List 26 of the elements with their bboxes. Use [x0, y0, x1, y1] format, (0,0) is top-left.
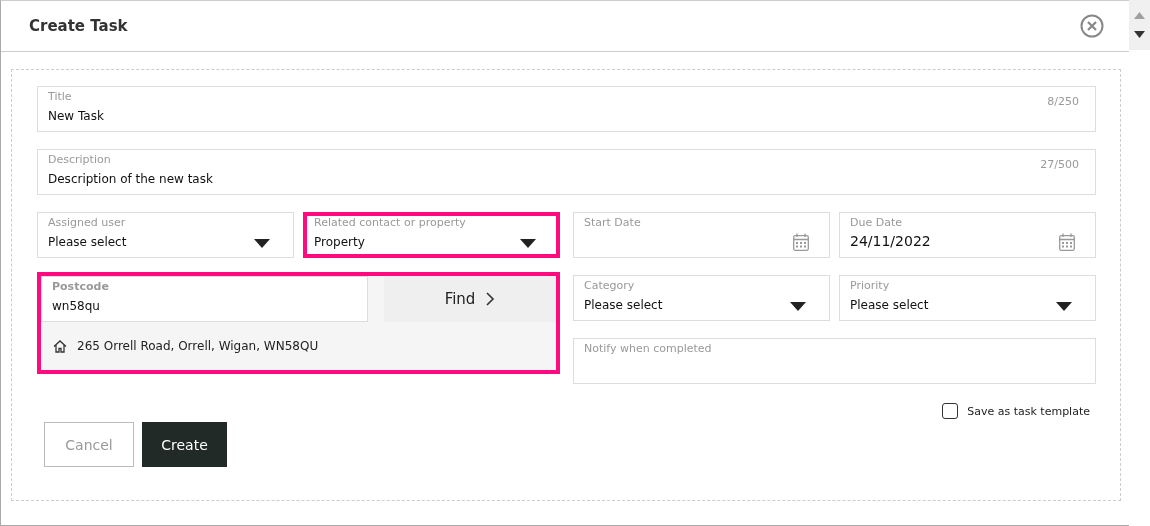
chevron-right-icon [485, 292, 496, 306]
date-field[interactable]: Due Date 24/11/2022 [839, 212, 1096, 258]
select-field[interactable]: Priority Please select [839, 275, 1096, 321]
calendar-icon[interactable] [1059, 233, 1075, 251]
dialog-title: Create Task [29, 17, 128, 35]
caret-icon [790, 302, 806, 311]
select-field[interactable]: Category Please select [573, 275, 830, 321]
scroll-up-icon[interactable] [1134, 12, 1145, 19]
house-icon [53, 339, 67, 353]
address-result[interactable]: 265 Orrell Road, Orrell, Wigan, WN58QU [41, 322, 556, 370]
scrollbar[interactable] [1129, 0, 1150, 50]
select-field[interactable]: Assigned user Please select [37, 212, 294, 258]
postcode-field[interactable]: Postcode wn58qu [41, 276, 368, 322]
text-field[interactable]: Title New Task 8/250 [37, 86, 1096, 132]
select-field[interactable]: Related contact or property Property [303, 212, 560, 258]
checkbox[interactable] [942, 403, 959, 419]
create-button[interactable]: Create [142, 422, 227, 467]
caret-icon [520, 239, 536, 248]
caret-icon [1056, 302, 1072, 311]
close-icon[interactable] [1080, 14, 1104, 38]
find-button[interactable]: Find [384, 276, 556, 322]
calendar-icon[interactable] [793, 233, 809, 251]
scroll-down-icon[interactable] [1134, 31, 1145, 38]
text-field[interactable]: Description Description of the new task 27/500 [37, 149, 1096, 195]
checkbox-label: Save as task template [967, 404, 1090, 418]
caret-icon [254, 239, 270, 248]
